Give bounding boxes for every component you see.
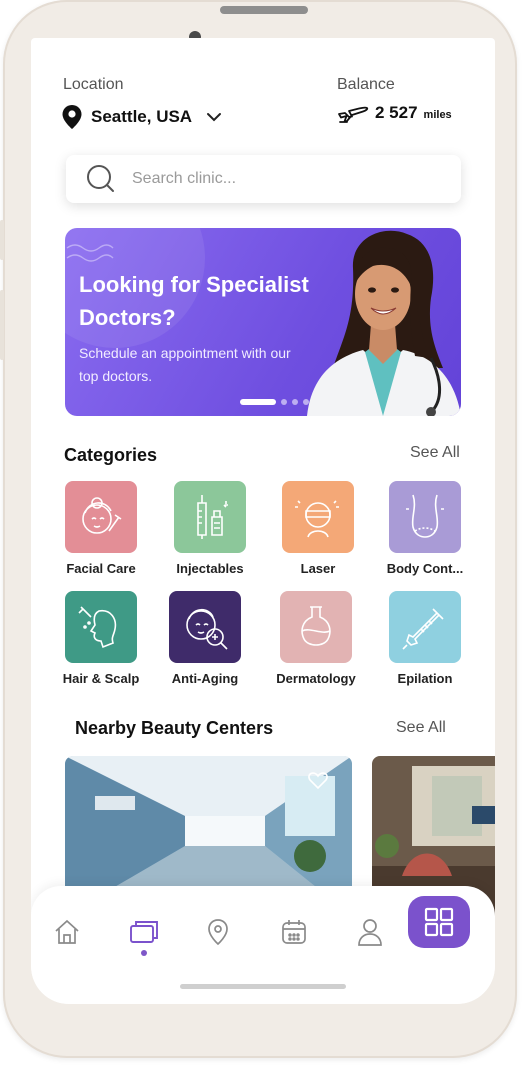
profile-icon — [358, 919, 382, 946]
category-label: Hair & Scalp — [62, 671, 140, 686]
airplane-icon — [338, 106, 369, 123]
category-label: Injectables — [176, 561, 244, 576]
syringe-vial-icon — [174, 481, 246, 553]
location-pin-icon — [62, 105, 82, 129]
nearby-centers-title: Nearby Beauty Centers — [75, 718, 274, 738]
tab-home[interactable] — [47, 912, 87, 952]
categories-see-all-link[interactable]: See All — [410, 444, 460, 462]
location-selector[interactable]: Seattle, USA — [61, 104, 222, 130]
side-button — [0, 290, 4, 360]
home-indicator[interactable] — [180, 984, 346, 989]
cards-icon — [130, 921, 158, 943]
category-epilation[interactable]: Epilation — [375, 591, 475, 686]
banner-subtitle: Schedule an appointment with our top doc… — [79, 345, 291, 384]
search-bar[interactable] — [66, 155, 461, 203]
app-screen: Location Seattle, USA Balance 2 527 mile… — [31, 38, 495, 1004]
category-injectables[interactable]: Injectables — [160, 481, 260, 576]
syringe-icon — [389, 591, 461, 663]
calendar-icon — [282, 920, 306, 944]
body-contour-icon — [389, 481, 461, 553]
category-label: Dermatology — [276, 671, 356, 686]
search-icon — [87, 165, 114, 192]
phone-speaker — [220, 6, 308, 14]
facial-care-icon — [65, 481, 137, 553]
phone-frame: Location Seattle, USA Balance 2 527 mile… — [0, 0, 517, 1058]
location-label: Location — [63, 76, 124, 93]
category-laser[interactable]: Laser — [268, 481, 368, 576]
nearby-see-all-link[interactable]: See All — [396, 719, 446, 737]
balance-value-row: 2 527 miles — [337, 102, 452, 124]
carousel-dot[interactable] — [281, 399, 287, 405]
balance-value: 2 527 — [375, 103, 418, 122]
category-label: Body Cont... — [386, 561, 464, 576]
carousel-dot[interactable] — [240, 399, 276, 405]
home-icon — [55, 919, 79, 944]
category-body-contouring[interactable]: Body Cont... — [375, 481, 475, 576]
category-label: Facial Care — [66, 561, 136, 576]
doctor-image — [307, 230, 461, 416]
location-pin-icon — [208, 919, 228, 946]
promo-banner[interactable]: Looking for Specialist Doctors? Schedule… — [65, 228, 461, 416]
tab-profile[interactable] — [350, 912, 390, 952]
laser-face-icon — [282, 481, 354, 553]
bottom-tab-bar — [31, 886, 495, 1004]
category-dermatology[interactable]: Dermatology — [266, 591, 366, 686]
flask-icon — [280, 591, 352, 663]
anti-aging-face-icon — [169, 591, 241, 663]
carousel-indicator[interactable] — [240, 399, 309, 405]
active-tab-indicator — [141, 950, 147, 956]
chevron-down-icon — [207, 113, 222, 122]
banner-title: Looking for Specialist Doctors? — [79, 272, 309, 330]
categories-title: Categories — [64, 445, 158, 465]
side-button — [0, 220, 4, 260]
carousel-dot[interactable] — [303, 399, 309, 405]
balance-unit: miles — [423, 109, 452, 121]
category-label: Epilation — [397, 671, 453, 686]
location-value: Seattle, USA — [91, 107, 193, 126]
category-hair-scalp[interactable]: Hair & Scalp — [51, 591, 151, 686]
grid-icon — [424, 907, 454, 937]
hair-scalp-icon — [65, 591, 137, 663]
tab-map[interactable] — [198, 912, 238, 952]
carousel-dot[interactable] — [292, 399, 298, 405]
balance-label: Balance — [337, 76, 395, 93]
category-label: Anti-Aging — [171, 671, 239, 686]
search-input[interactable] — [130, 169, 434, 189]
tab-calendar[interactable] — [274, 912, 314, 952]
category-label: Laser — [300, 561, 336, 576]
wave-decoration-icon — [66, 244, 114, 262]
category-anti-aging[interactable]: Anti-Aging — [155, 591, 255, 686]
tab-cards[interactable] — [124, 912, 164, 952]
category-facial-care[interactable]: Facial Care — [51, 481, 151, 576]
tab-menu[interactable] — [408, 896, 470, 948]
